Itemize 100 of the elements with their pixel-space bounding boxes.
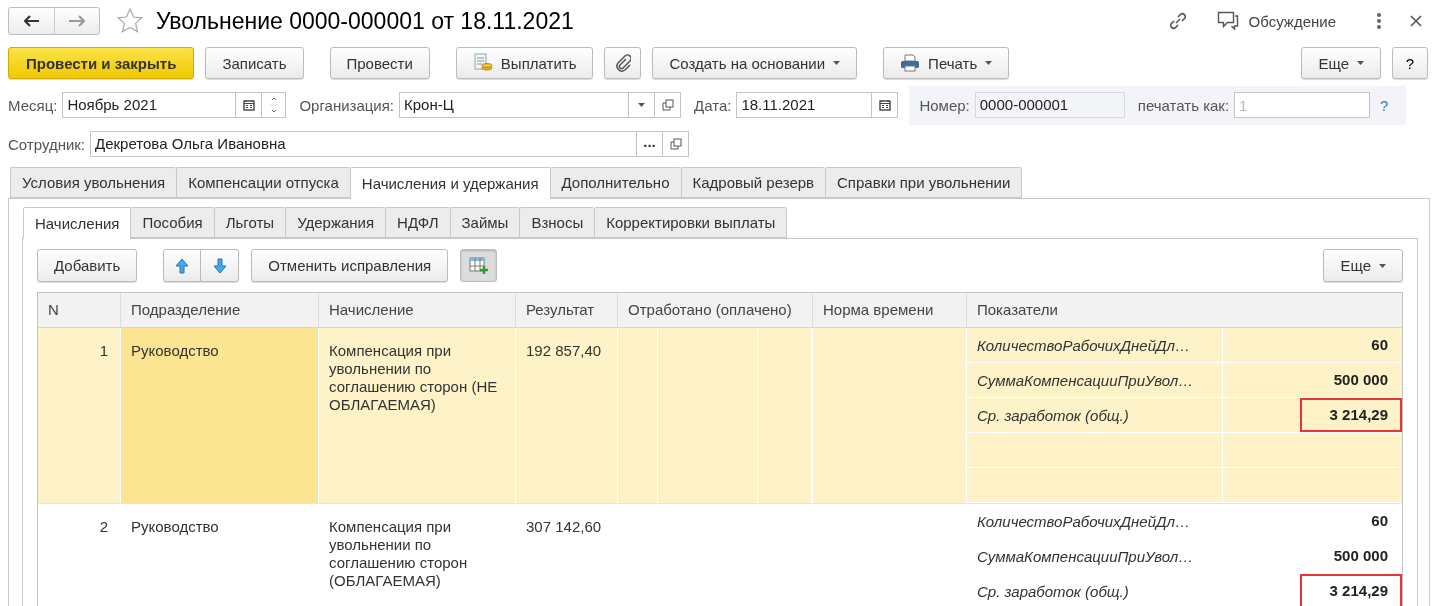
open-button[interactable] bbox=[655, 92, 682, 118]
more-button[interactable]: Еще bbox=[1301, 47, 1381, 79]
select-button[interactable]: ... bbox=[637, 131, 664, 157]
add-button[interactable]: Добавить bbox=[37, 249, 138, 282]
tab[interactable]: Условия увольнения bbox=[10, 167, 177, 198]
print-button[interactable]: Печать bbox=[883, 47, 1010, 79]
close-icon[interactable] bbox=[1410, 15, 1422, 27]
move-up-button[interactable] bbox=[163, 249, 202, 282]
calendar-icon bbox=[878, 99, 891, 111]
tab[interactable]: Корректировки выплаты bbox=[594, 207, 788, 238]
table-cell: Компенсация при увольнении по соглашению сторон (ОБЛАГАЕМАЯ) bbox=[329, 518, 468, 589]
tab[interactable]: Компенсации отпуска bbox=[176, 167, 350, 198]
window-title: Увольнение 0000-000001 от 18.11.2021 bbox=[156, 7, 574, 35]
menu-icon[interactable] bbox=[1376, 12, 1382, 30]
discussion-link[interactable]: Обсуждение bbox=[1238, 12, 1336, 30]
tab[interactable]: Дополнительно bbox=[550, 167, 681, 198]
document-coins-icon bbox=[472, 53, 493, 73]
dropdown-button[interactable] bbox=[629, 92, 656, 118]
indicator-name: Ср. заработок (общ.) bbox=[977, 407, 1129, 424]
down-arrow-icon bbox=[212, 257, 227, 274]
indicator-name: КоличествоРабочихДнейДл… bbox=[977, 337, 1190, 354]
table-row[interactable]: 1 Руководство Компенсация при увольнении по соглашению сторон (НЕ ОБЛАГАЕМАЯ) 192 857,40 КоличествоРабочихДнейДл… 60 СуммаКомпенсацииПриУвол… 500 000 Ср. заработок (общ.) 3 214,29 bbox=[38, 328, 1402, 504]
indicator-value: 60 bbox=[1370, 511, 1389, 531]
indicator-name: СуммаКомпенсацииПриУвол… bbox=[977, 548, 1194, 565]
more-button[interactable]: Еще bbox=[1323, 249, 1403, 282]
field-label: Дата: bbox=[694, 96, 732, 114]
caret-icon bbox=[638, 103, 646, 107]
tab[interactable]: Справки при увольнении bbox=[825, 167, 1023, 198]
field-label: Номер: bbox=[919, 96, 970, 114]
caret-icon bbox=[1357, 61, 1364, 65]
indicator-value: 60 bbox=[1370, 335, 1389, 355]
table-add-icon bbox=[468, 256, 489, 275]
grid-toggle-button[interactable] bbox=[460, 249, 498, 282]
open-button[interactable] bbox=[663, 131, 690, 157]
number-field: 0000-000001 bbox=[974, 92, 1125, 118]
tab[interactable]: Взносы bbox=[519, 207, 595, 238]
row-number: 2 bbox=[99, 518, 108, 535]
caret-icon bbox=[985, 61, 993, 65]
indicator-name: СуммаКомпенсацииПриУвол… bbox=[977, 372, 1194, 389]
undo-corrections-button[interactable]: Отменить исправления bbox=[251, 249, 449, 282]
printer-icon bbox=[900, 54, 921, 72]
column-header[interactable]: Норма времени bbox=[813, 293, 967, 328]
tab[interactable]: Льготы bbox=[213, 207, 286, 238]
post-and-close-button[interactable]: Провести и закрыть bbox=[8, 47, 195, 79]
open-window-icon bbox=[669, 138, 682, 150]
table-cell: Руководство bbox=[131, 342, 219, 359]
tab[interactable]: НДФЛ bbox=[385, 207, 450, 238]
tab[interactable]: Начисления bbox=[23, 207, 132, 239]
column-header[interactable]: Результат bbox=[516, 293, 618, 328]
tab[interactable]: Займы bbox=[449, 207, 520, 238]
left-arrow-icon bbox=[23, 15, 40, 27]
up-arrow-icon bbox=[175, 257, 190, 274]
caret-icon bbox=[833, 61, 841, 65]
field-label: Организация: bbox=[299, 96, 395, 114]
indicator-name: Ср. заработок (общ.) bbox=[977, 583, 1129, 600]
help-button[interactable]: ? bbox=[1392, 47, 1428, 79]
field-label: Сотрудник: bbox=[8, 135, 86, 153]
indicator-value: 500 000 bbox=[1332, 370, 1389, 390]
table-row[interactable]: 2 Руководство Компенсация при увольнении по соглашению сторон (ОБЛАГАЕМАЯ) 307 142,60 КоличествоРабочихДнейДл… 60 СуммаКомпенсацииПриУвол… 500 000 Ср. заработок (общ.) 3 214,29 bbox=[38, 504, 1402, 606]
chat-icon[interactable] bbox=[1216, 11, 1239, 31]
indicator-value: 3 214,29 bbox=[1299, 574, 1402, 606]
calendar-icon bbox=[242, 99, 255, 111]
attach-button[interactable] bbox=[604, 47, 642, 79]
table-cell: 192 857,40 bbox=[526, 342, 602, 359]
row-number: 1 bbox=[99, 342, 108, 359]
calendar-button[interactable] bbox=[872, 92, 899, 118]
print-as-field[interactable]: 1 bbox=[1234, 92, 1371, 118]
field-label: печатать как: bbox=[1137, 96, 1230, 114]
tab[interactable]: Начисления и удержания bbox=[349, 167, 551, 199]
move-down-button[interactable] bbox=[201, 249, 240, 282]
indicator-value: 500 000 bbox=[1332, 546, 1389, 566]
column-header[interactable]: Отработано (оплачено) bbox=[618, 293, 813, 328]
help-link[interactable]: ? bbox=[1380, 96, 1389, 114]
toolbar-button[interactable]: Записать bbox=[205, 47, 304, 79]
column-header[interactable]: Начисление bbox=[319, 293, 516, 328]
open-window-icon bbox=[661, 99, 674, 111]
column-header[interactable]: Показатели bbox=[967, 293, 1402, 328]
column-header[interactable]: Подразделение bbox=[121, 293, 319, 328]
tab[interactable]: Удержания bbox=[285, 207, 386, 238]
create-based-on-button[interactable]: Создать на основании bbox=[652, 47, 858, 79]
indicator-value: 3 214,29 bbox=[1299, 398, 1402, 432]
toolbar-button[interactable]: Провести bbox=[329, 47, 430, 79]
column-header[interactable]: N bbox=[38, 293, 121, 328]
table-cell: Компенсация при увольнении по соглашению сторон (НЕ ОБЛАГАЕМАЯ) bbox=[329, 342, 498, 413]
tab[interactable]: Кадровый резерв bbox=[680, 167, 826, 198]
field-label: Месяц: bbox=[8, 96, 58, 114]
right-arrow-icon bbox=[69, 15, 85, 27]
caret-icon bbox=[1379, 263, 1386, 268]
month-field[interactable]: Ноябрь 2021 bbox=[62, 92, 237, 118]
employee-field[interactable]: Декретова Ольга Ивановна bbox=[90, 131, 638, 157]
date-field[interactable]: 18.11.2021 bbox=[736, 92, 873, 118]
table-cell: 307 142,60 bbox=[526, 518, 602, 535]
pay-button[interactable]: Выплатить bbox=[455, 47, 594, 79]
star-icon[interactable] bbox=[116, 7, 144, 35]
indicator-name: КоличествоРабочихДнейДл… bbox=[977, 513, 1190, 530]
calendar-button[interactable] bbox=[236, 92, 263, 118]
up-down-icon bbox=[269, 95, 278, 115]
organization-field[interactable]: Крон-Ц bbox=[399, 92, 630, 118]
tab[interactable]: Пособия bbox=[131, 207, 214, 238]
paperclip-icon bbox=[614, 54, 631, 72]
